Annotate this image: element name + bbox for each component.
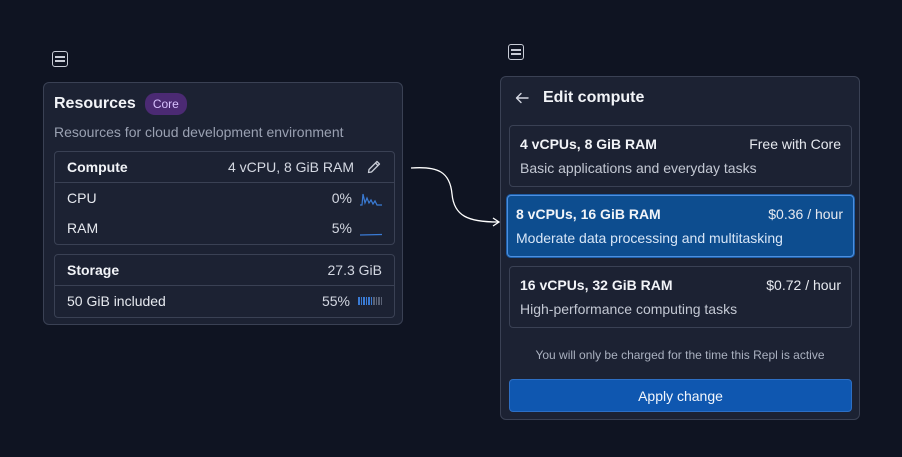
meter-segment — [378, 297, 380, 305]
meter-segment — [363, 297, 365, 305]
compute-header-row: Compute 4 vCPU, 8 GiB RAM — [55, 152, 394, 183]
resources-title: Resources — [54, 95, 136, 112]
stage: Resources Core Resources for cloud devel… — [0, 0, 902, 457]
meter-segment — [380, 297, 382, 305]
meter-segment — [368, 297, 370, 305]
storage-section: Storage 27.3 GiB 50 GiB included 55% — [54, 254, 395, 318]
option-price: $0.72 / hour — [766, 277, 841, 293]
ram-label: RAM — [67, 220, 99, 236]
ram-row: RAM 5% — [55, 213, 394, 243]
storage-usage-value: 55% — [321, 293, 350, 309]
storage-usage-meter — [358, 297, 382, 305]
edit-compute-header: Edit compute — [515, 89, 644, 107]
plan-badge: Core — [144, 93, 187, 115]
option-name: 8 vCPUs, 16 GiB RAM — [516, 206, 661, 222]
ram-value: 5% — [331, 220, 352, 236]
cpu-value: 0% — [331, 190, 352, 206]
cpu-label: CPU — [67, 190, 97, 206]
storage-value: 27.3 GiB — [327, 262, 382, 278]
arrow-left-icon[interactable] — [515, 91, 529, 105]
edit-compute-title: Edit compute — [543, 89, 645, 106]
option-price: Free with Core — [749, 136, 841, 152]
option-description: Basic applications and everyday tasks — [520, 160, 757, 176]
meter-segment — [358, 297, 360, 305]
server-icon — [52, 51, 68, 67]
storage-label: Storage — [67, 262, 120, 278]
compute-option-high-performance[interactable]: 16 vCPUs, 32 GiB RAM $0.72 / hour High-p… — [509, 266, 852, 328]
compute-label: Compute — [67, 159, 128, 175]
option-price: $0.36 / hour — [768, 206, 843, 222]
option-description: High-performance computing tasks — [520, 301, 738, 317]
connector-arrow — [410, 166, 501, 227]
storage-included-label: 50 GiB included — [67, 293, 166, 309]
meter-segment — [375, 297, 377, 305]
meter-segment — [365, 297, 367, 305]
billing-note: You will only be charged for the time th… — [535, 348, 825, 362]
server-icon — [508, 44, 524, 60]
cpu-sparkline — [360, 193, 382, 206]
option-description: Moderate data processing and multitaskin… — [516, 230, 783, 246]
ram-sparkline — [360, 233, 382, 236]
resources-panel: Resources Core Resources for cloud devel… — [43, 82, 403, 325]
meter-segment — [373, 297, 375, 305]
storage-included-row: 50 GiB included 55% — [55, 286, 394, 316]
resources-description: Resources for cloud development environm… — [54, 124, 344, 140]
edit-compute-panel: Edit compute 4 vCPUs, 8 GiB RAM Free wit… — [500, 76, 860, 420]
resources-header: Resources Core — [54, 93, 187, 115]
storage-header-row: Storage 27.3 GiB — [55, 255, 394, 286]
meter-segment — [360, 297, 362, 305]
compute-section: Compute 4 vCPU, 8 GiB RAM CPU 0% RAM 5% — [54, 151, 395, 245]
option-name: 4 vCPUs, 8 GiB RAM — [520, 136, 657, 152]
compute-option-moderate[interactable]: 8 vCPUs, 16 GiB RAM $0.36 / hour Moderat… — [507, 195, 854, 257]
pencil-icon[interactable] — [366, 159, 382, 175]
compute-option-basic[interactable]: 4 vCPUs, 8 GiB RAM Free with Core Basic … — [509, 125, 852, 187]
compute-value: 4 vCPU, 8 GiB RAM — [227, 159, 354, 175]
apply-change-button[interactable]: Apply change — [509, 379, 852, 412]
meter-segment — [370, 297, 372, 305]
cpu-row: CPU 0% — [55, 183, 394, 213]
option-name: 16 vCPUs, 32 GiB RAM — [520, 277, 673, 293]
